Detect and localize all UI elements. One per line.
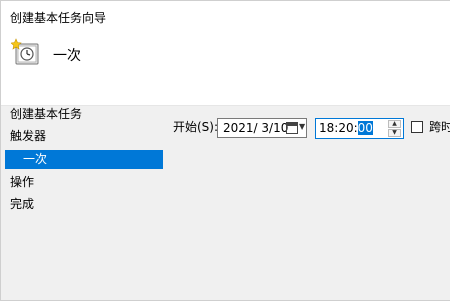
time-seconds-selected: 00 bbox=[357, 121, 373, 135]
step-action[interactable]: 操作 bbox=[10, 173, 34, 191]
wizard-steps: 创建基本任务 触发器 一次 操作 完成 bbox=[1, 105, 166, 300]
task-name: 一次 bbox=[53, 48, 81, 64]
scheduled-task-icon bbox=[11, 38, 39, 65]
start-date-picker[interactable]: 2021/ 3/10 ▼ bbox=[217, 118, 307, 138]
chevron-down-icon[interactable]: ▼ bbox=[299, 122, 305, 131]
title-bar: 创建基本任务向导 bbox=[1, 1, 450, 33]
step-once[interactable]: 一次 bbox=[5, 150, 163, 169]
cross-timezone-label: 跨时 bbox=[429, 120, 450, 134]
calendar-icon[interactable] bbox=[286, 122, 298, 134]
cross-timezone-checkbox[interactable] bbox=[411, 121, 423, 133]
time-hours-minutes: 18:20: bbox=[319, 121, 358, 135]
window-title: 创建基本任务向导 bbox=[10, 11, 107, 25]
start-label: 开始(S): bbox=[173, 120, 219, 134]
start-time-value: 18:20:00 bbox=[319, 121, 373, 135]
step-finish[interactable]: 完成 bbox=[10, 195, 34, 213]
spin-down-icon[interactable]: ▼ bbox=[388, 129, 401, 137]
start-time-field[interactable]: 18:20:00 ▲ ▼ bbox=[315, 118, 404, 139]
wizard-window: 创建基本任务向导 一次 创建基本任务 触发器 一次 操作 完成 开始(S): 2… bbox=[0, 0, 450, 301]
start-date-value: 2021/ 3/10 bbox=[223, 121, 289, 135]
time-spinner[interactable]: ▲ ▼ bbox=[388, 120, 401, 137]
step-trigger[interactable]: 触发器 bbox=[10, 127, 46, 145]
spin-up-icon[interactable]: ▲ bbox=[388, 120, 401, 128]
step-create-basic-task[interactable]: 创建基本任务 bbox=[10, 105, 82, 123]
wizard-header: 一次 bbox=[1, 33, 450, 106]
step-once-label: 一次 bbox=[23, 152, 48, 166]
